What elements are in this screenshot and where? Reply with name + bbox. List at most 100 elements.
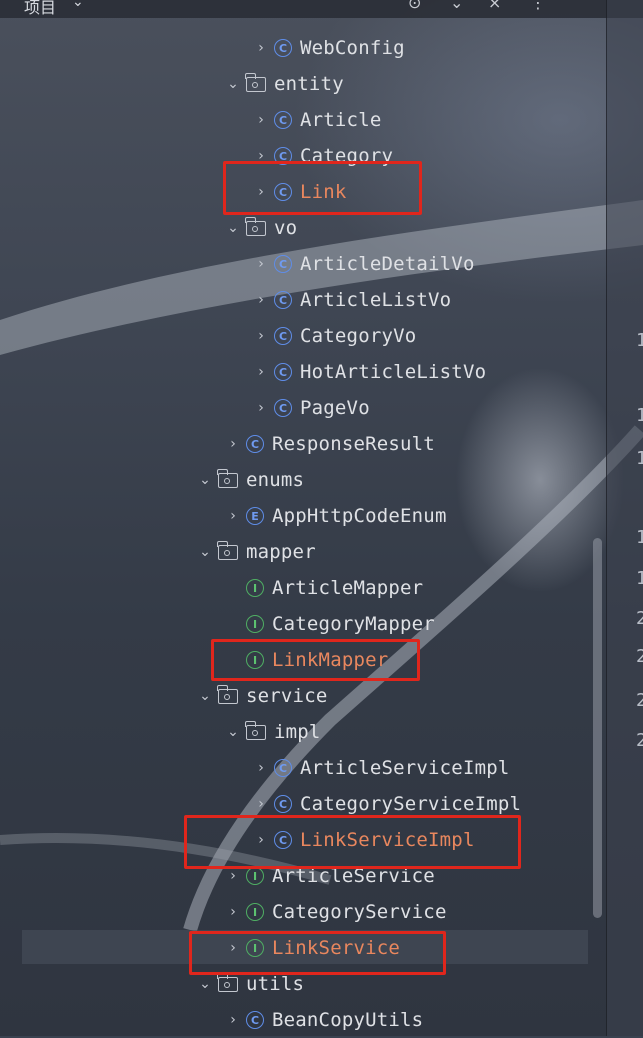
chevron-down-icon[interactable]: ⌄ (192, 544, 218, 560)
tree-item-label: ArticleServiceImpl (300, 757, 510, 779)
chevron-right-icon[interactable]: › (248, 256, 274, 272)
tree-scrollbar[interactable] (593, 538, 602, 918)
tree-item-label: PageVo (300, 397, 370, 419)
gutter-line-number: 1 (636, 527, 643, 548)
tree-item-label: WebConfig (300, 37, 405, 59)
package-folder-icon (245, 72, 266, 92)
class-icon: C (274, 399, 292, 417)
chevron-right-icon[interactable]: › (248, 40, 274, 56)
tree-item-label: enums (246, 469, 305, 491)
chevron-right-icon[interactable]: › (220, 436, 246, 452)
project-panel-header: 项目 ⌄ ⊙ ⌄ × ⋮ (0, 0, 643, 18)
tree-item-label: utils (246, 973, 305, 995)
panel-title[interactable]: 项目 (24, 0, 56, 18)
class-icon: C (246, 1011, 264, 1029)
tree-row[interactable]: › C BeanCopyUtils (220, 1002, 423, 1038)
tree-row[interactable]: I CategoryMapper (220, 606, 435, 642)
tree-row[interactable]: › C HotArticleListVo (248, 354, 486, 390)
tree-item-label: HotArticleListVo (300, 361, 487, 383)
tree-row[interactable]: ⌄ enums (192, 462, 304, 498)
chevron-right-icon[interactable]: › (220, 868, 246, 884)
chevron-right-icon[interactable]: › (248, 328, 274, 344)
tree-item-label: BeanCopyUtils (272, 1009, 424, 1031)
tree-item-label: ResponseResult (272, 433, 435, 455)
tree-row[interactable]: › C ArticleServiceImpl (248, 750, 510, 786)
tree-row[interactable]: ⌄ entity (220, 66, 344, 102)
gutter-line-number: 1 (636, 448, 643, 469)
tree-item-label: ArticleMapper (272, 577, 424, 599)
gutter-line-number: 2 (636, 646, 643, 667)
tree-item-label: CategoryService (272, 901, 447, 923)
chevron-down-icon[interactable]: ⌄ (192, 472, 218, 488)
tree-row[interactable]: › C WebConfig (248, 30, 405, 66)
chevron-right-icon[interactable]: › (248, 112, 274, 128)
chevron-right-icon[interactable]: › (220, 1012, 246, 1028)
class-icon: C (274, 39, 292, 57)
gutter-line-number: 2 (636, 608, 643, 629)
chevron-down-icon[interactable]: ⌄ (220, 76, 246, 92)
tree-item-label: mapper (246, 541, 316, 563)
tree-item-label: CategoryVo (300, 325, 417, 347)
gutter-line-number: 2 (636, 730, 643, 751)
tree-row[interactable]: › C ArticleDetailVo (248, 246, 475, 282)
enum-icon: E (246, 507, 264, 525)
tree-item-label: impl (274, 721, 321, 743)
class-icon: C (274, 795, 292, 813)
tree-row[interactable]: › C ResponseResult (220, 426, 435, 462)
interface-icon: I (246, 615, 264, 633)
editor-gutter (606, 0, 643, 1036)
chevron-down-icon[interactable]: ⌄ (220, 220, 246, 236)
tree-item-label: entity (274, 73, 344, 95)
target-icon[interactable]: ⊙ (408, 0, 421, 12)
annotation-box-linkmapper (211, 639, 420, 681)
chevron-right-icon[interactable]: › (248, 796, 274, 812)
chevron-down-icon[interactable]: ⌄ (220, 724, 246, 740)
annotation-box-linkserviceimpl (184, 815, 521, 869)
gutter-line-number: 1 (636, 330, 643, 351)
package-folder-icon (217, 972, 238, 992)
chevron-right-icon[interactable]: › (248, 364, 274, 380)
package-folder-icon (245, 216, 266, 236)
gutter-line-number: 2 (636, 690, 643, 711)
tree-row[interactable]: ⌄ service (192, 678, 327, 714)
tree-item-label: AppHttpCodeEnum (272, 505, 447, 527)
panel-title-chevron-icon[interactable]: ⌄ (72, 0, 84, 10)
interface-icon: I (246, 579, 264, 597)
tree-row[interactable]: I ArticleMapper (220, 570, 423, 606)
tree-item-label: Article (300, 109, 382, 131)
class-icon: C (274, 363, 292, 381)
chevron-right-icon[interactable]: › (248, 292, 274, 308)
tree-row[interactable]: ⌄ vo (220, 210, 297, 246)
chevron-right-icon[interactable]: › (220, 904, 246, 920)
tree-row[interactable]: › C ArticleListVo (248, 282, 451, 318)
tree-row[interactable]: ⌄ mapper (192, 534, 316, 570)
tree-row[interactable]: › C Article (248, 102, 381, 138)
package-folder-icon (217, 684, 238, 704)
class-icon: C (274, 291, 292, 309)
class-icon: C (274, 327, 292, 345)
tree-row[interactable]: ⌄ impl (220, 714, 321, 750)
annotation-box-linkservice (189, 931, 446, 975)
chevron-down-icon[interactable]: ⌄ (192, 688, 218, 704)
tree-row[interactable]: › C CategoryVo (248, 318, 416, 354)
tree-row[interactable]: › I CategoryService (220, 894, 447, 930)
annotation-box-link (223, 161, 422, 215)
tree-row[interactable]: › C PageVo (248, 390, 370, 426)
chevron-right-icon[interactable]: › (220, 508, 246, 524)
class-icon: C (274, 111, 292, 129)
tree-item-label: CategoryMapper (272, 613, 435, 635)
tree-row[interactable]: › E AppHttpCodeEnum (220, 498, 447, 534)
chevron-right-icon[interactable]: › (248, 400, 274, 416)
more-icon[interactable]: ⋮ (530, 0, 546, 12)
interface-icon: I (246, 867, 264, 885)
class-icon: C (274, 759, 292, 777)
tree-item-label: service (246, 685, 328, 707)
package-folder-icon (245, 720, 266, 740)
close-icon[interactable]: × (488, 0, 501, 12)
chevron-down-icon[interactable]: ⌄ (450, 0, 463, 12)
class-icon: C (274, 255, 292, 273)
interface-icon: I (246, 903, 264, 921)
chevron-down-icon[interactable]: ⌄ (192, 976, 218, 992)
chevron-right-icon[interactable]: › (248, 760, 274, 776)
gutter-line-number: 1 (636, 405, 643, 426)
